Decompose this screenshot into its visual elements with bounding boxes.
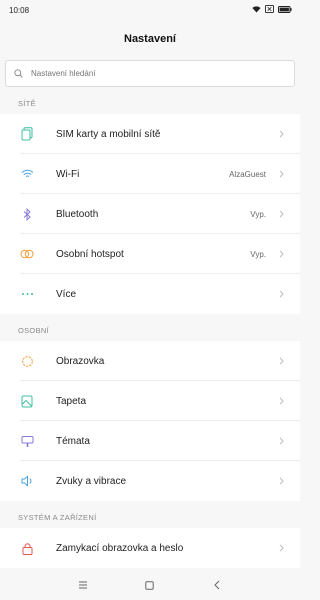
hotspot-icon bbox=[20, 247, 34, 261]
chevron-right-icon bbox=[276, 357, 286, 365]
chevron-right-icon bbox=[276, 397, 286, 405]
themes-label: Témata bbox=[56, 435, 90, 447]
navigation-bar bbox=[0, 570, 300, 600]
page-title: Nastavení bbox=[124, 33, 176, 45]
speaker-icon bbox=[20, 474, 34, 488]
display-row[interactable]: Obrazovka bbox=[0, 341, 300, 381]
lockscreen-label: Zamykací obrazovka a heslo bbox=[56, 542, 184, 554]
status-icons bbox=[252, 5, 292, 15]
more-dots-icon bbox=[20, 287, 34, 301]
battery-icon bbox=[278, 5, 292, 15]
menu-nav-button[interactable] bbox=[73, 575, 93, 595]
display-label: Obrazovka bbox=[56, 355, 105, 367]
hotspot-label: Osobní hotspot bbox=[56, 248, 124, 260]
bluetooth-row[interactable]: Bluetooth Vyp. bbox=[0, 194, 300, 234]
osobni-group: Obrazovka Tapeta Témata Zvuky a vibrace bbox=[0, 341, 300, 501]
wifi-icon bbox=[20, 167, 34, 181]
chevron-right-icon bbox=[276, 544, 286, 552]
hotspot-row[interactable]: Osobní hotspot Vyp. bbox=[0, 234, 300, 274]
lock-icon bbox=[20, 541, 34, 555]
home-nav-button[interactable] bbox=[140, 575, 160, 595]
wifi-row[interactable]: Wi-Fi AlzaGuest bbox=[0, 154, 300, 194]
sound-row[interactable]: Zvuky a vibrace bbox=[0, 461, 300, 501]
back-nav-button[interactable] bbox=[207, 575, 227, 595]
wifi-value: AlzaGuest bbox=[229, 169, 266, 179]
chevron-right-icon bbox=[276, 250, 286, 258]
bluetooth-icon bbox=[20, 207, 34, 221]
wifi-status-icon bbox=[252, 5, 261, 15]
lockscreen-row[interactable]: Zamykací obrazovka a heslo bbox=[0, 528, 300, 568]
section-label-site: SÍTĚ bbox=[18, 98, 36, 108]
section-label-system: SYSTÉM A ZAŘÍZENÍ bbox=[18, 512, 97, 522]
system-group: Zamykací obrazovka a heslo bbox=[0, 528, 300, 568]
bluetooth-label: Bluetooth bbox=[56, 208, 99, 220]
wifi-label: Wi-Fi bbox=[56, 168, 80, 180]
themes-row[interactable]: Témata bbox=[0, 421, 300, 461]
wallpaper-row[interactable]: Tapeta bbox=[0, 381, 300, 421]
sim-cards-label: SIM karty a mobilní sítě bbox=[56, 128, 161, 140]
site-group: SIM karty a mobilní sítě Wi-Fi AlzaGuest… bbox=[0, 114, 300, 314]
more-label: Více bbox=[56, 288, 77, 300]
wallpaper-label: Tapeta bbox=[56, 395, 87, 407]
chevron-right-icon bbox=[276, 130, 286, 138]
hotspot-value: Vyp. bbox=[250, 249, 266, 259]
search-icon bbox=[14, 65, 23, 83]
wallpaper-icon bbox=[20, 394, 34, 408]
search-bar[interactable] bbox=[5, 60, 295, 87]
sim-cards-row[interactable]: SIM karty a mobilní sítě bbox=[0, 114, 300, 154]
themes-brush-icon bbox=[20, 434, 34, 448]
status-bar: 10:08 bbox=[0, 0, 300, 20]
section-label-osobni: OSOBNÍ bbox=[18, 325, 49, 335]
more-row[interactable]: Více bbox=[0, 274, 300, 314]
no-sim-icon bbox=[265, 5, 274, 15]
chevron-right-icon bbox=[276, 437, 286, 445]
display-brightness-icon bbox=[20, 354, 34, 368]
chevron-right-icon bbox=[276, 290, 286, 298]
chevron-right-icon bbox=[276, 477, 286, 485]
chevron-right-icon bbox=[276, 170, 286, 178]
search-input[interactable] bbox=[29, 68, 233, 79]
chevron-right-icon bbox=[276, 210, 286, 218]
sim-card-icon bbox=[20, 127, 34, 141]
bluetooth-value: Vyp. bbox=[250, 209, 266, 219]
status-time: 10:08 bbox=[9, 5, 30, 15]
sound-label: Zvuky a vibrace bbox=[56, 475, 127, 487]
